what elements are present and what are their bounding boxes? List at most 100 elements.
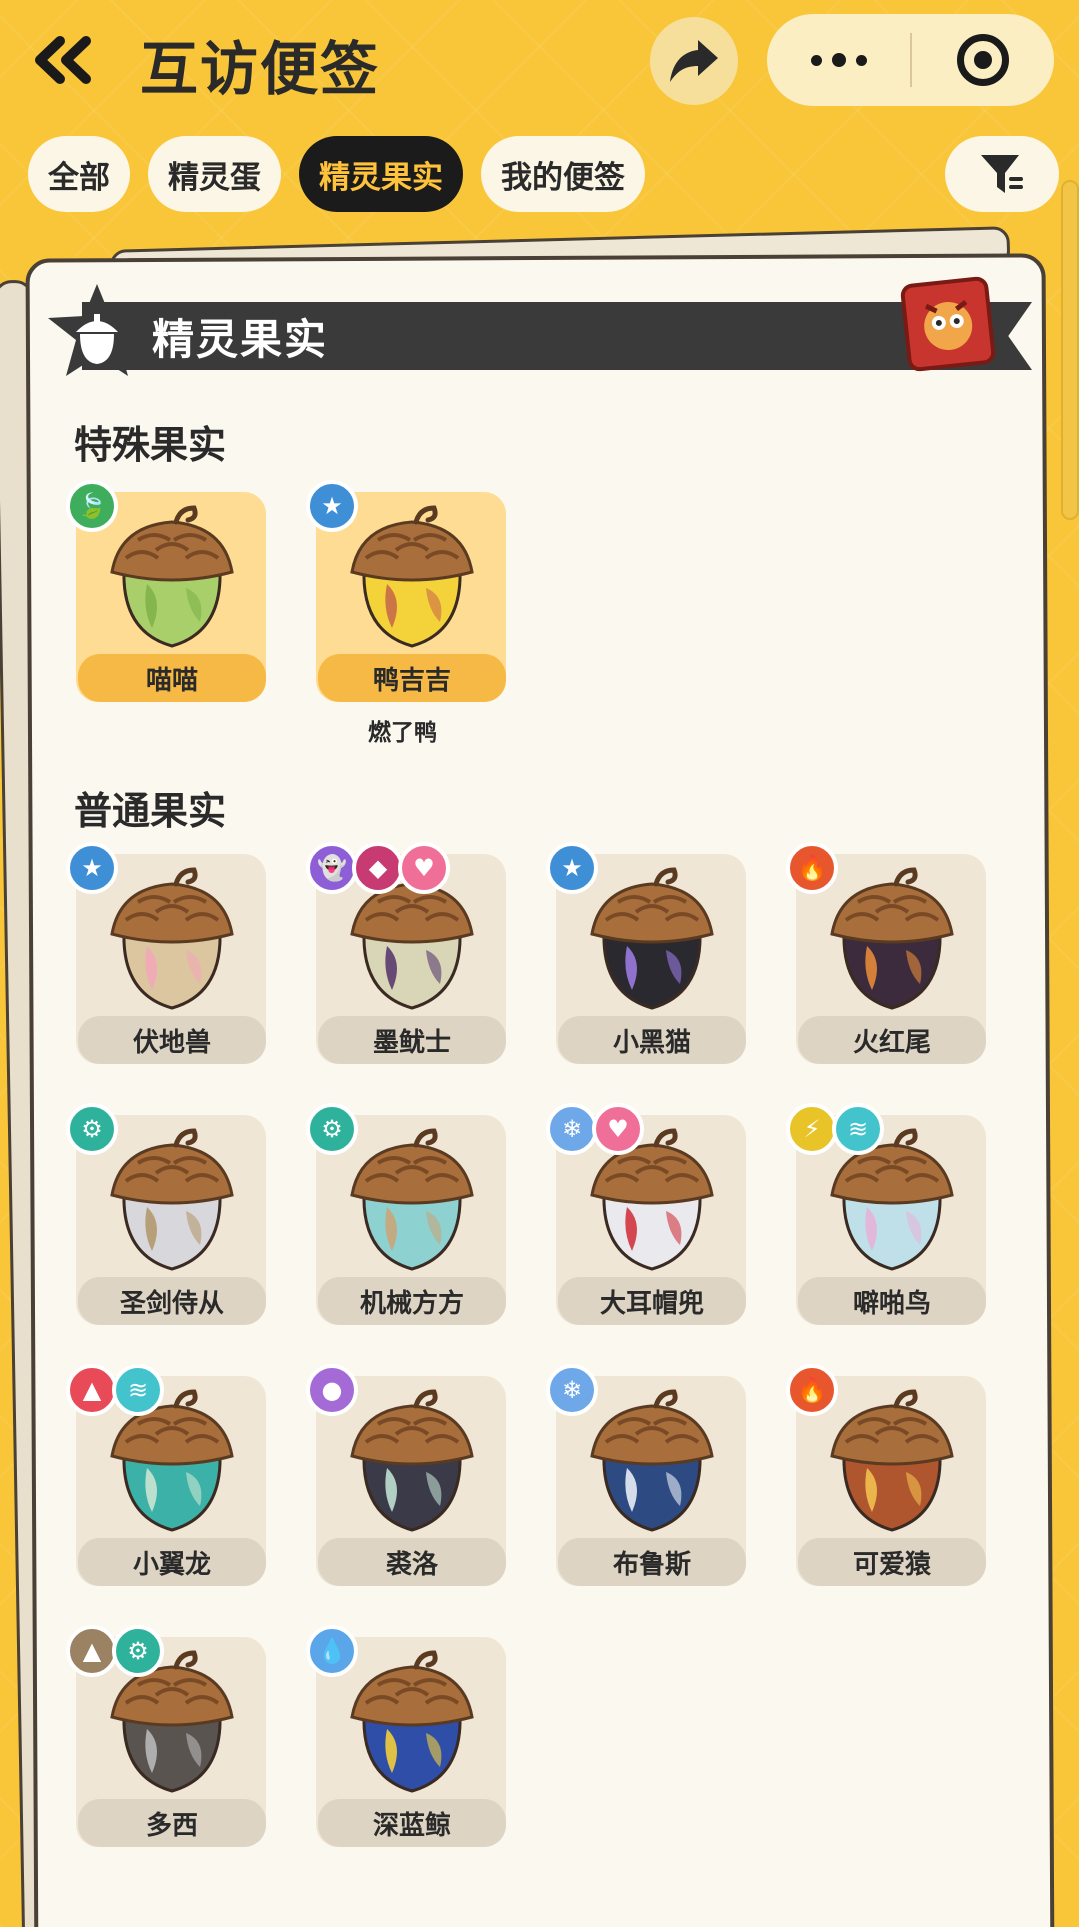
attribute-badges: 🔥 (786, 842, 838, 894)
gear-icon: ⚙ (66, 1103, 118, 1155)
fruit-item[interactable]: 小黑猫 ★ (546, 842, 748, 1068)
star-icon: ★ (306, 480, 358, 532)
back-button[interactable] (28, 30, 98, 90)
fruit-name: 多西 (78, 1799, 266, 1847)
gear-icon: ⚙ (306, 1103, 358, 1155)
attribute-badges: ★ (306, 480, 358, 532)
fruit-item[interactable]: 大耳帽兜 ❄ ♥ (546, 1103, 748, 1329)
attribute-badges: 👻 ◆ ♥ (306, 842, 450, 894)
more-button[interactable] (767, 14, 910, 106)
tab-all[interactable]: 全部 (28, 136, 130, 212)
fruit-name: 小黑猫 (558, 1016, 746, 1064)
attribute-badges: ★ (546, 842, 598, 894)
attribute-badges: ❄ (546, 1364, 598, 1416)
fruit-sub-label: 燃了鸭 (368, 720, 437, 746)
fruit-item[interactable]: 噼啪鸟 ⚡ ≋ (786, 1103, 988, 1329)
acorn-fruit-image (582, 1384, 722, 1534)
section-banner: 精灵果实 (42, 276, 1032, 376)
acorn-fruit-image (342, 1384, 482, 1534)
normal-fruit-title: 普通果实 (74, 789, 227, 833)
fruit-item[interactable]: 圣剑侍从 ⚙ (66, 1103, 268, 1329)
acorn-fruit-image (822, 1384, 962, 1534)
water-icon: 💧 (306, 1625, 358, 1677)
attribute-badges: ⚙ (66, 1103, 118, 1155)
tab-spirit-fruit[interactable]: 精灵果实 (299, 136, 463, 212)
heart-icon: ♥ (592, 1103, 644, 1155)
fruit-name: 大耳帽兜 (558, 1277, 746, 1325)
wing-icon: ≋ (112, 1364, 164, 1416)
demon-icon: ◆ (352, 842, 404, 894)
share-button[interactable] (650, 17, 738, 105)
share-arrow-icon (670, 40, 718, 82)
attribute-badges: ❄ ♥ (546, 1103, 644, 1155)
acorn-icon (48, 284, 146, 376)
fire-icon: 🔥 (786, 842, 838, 894)
acorn-fruit-image (342, 500, 482, 650)
dragon-icon: ▲ (66, 1364, 118, 1416)
acorn-fruit-image (102, 1123, 242, 1273)
attribute-badges: ⚡ ≋ (786, 1103, 884, 1155)
fruit-item[interactable]: 布鲁斯 ❄ (546, 1364, 748, 1590)
acorn-fruit-image (822, 862, 962, 1012)
filter-button[interactable] (945, 136, 1059, 212)
fruit-name: 墨鱿士 (318, 1016, 506, 1064)
heart-icon: ♥ (398, 842, 450, 894)
fruit-item[interactable]: 裘洛 ● (306, 1364, 508, 1590)
acorn-fruit-image (342, 1645, 482, 1795)
mountain-icon: ▲ (66, 1625, 118, 1677)
page-title: 互访便签 (140, 35, 381, 103)
acorn-fruit-image (102, 862, 242, 1012)
owl-ticket-icon (900, 276, 996, 372)
bubble-icon: ● (306, 1364, 358, 1416)
star-icon: ★ (66, 842, 118, 894)
scrollbar[interactable] (1061, 180, 1079, 520)
snowflake-icon: ❄ (546, 1364, 598, 1416)
fruit-item[interactable]: 机械方方 ⚙ (306, 1103, 508, 1329)
fruit-name: 深蓝鲸 (318, 1799, 506, 1847)
gear-icon: ⚙ (112, 1625, 164, 1677)
tab-my-notes[interactable]: 我的便签 (481, 136, 645, 212)
fruit-item[interactable]: 小翼龙 ▲ ≋ (66, 1364, 268, 1590)
category-tabs: 全部 精灵蛋 精灵果实 我的便签 (28, 136, 645, 212)
bolt-icon: ⚡ (786, 1103, 838, 1155)
fruit-item[interactable]: 鸭吉吉 ★ (306, 480, 508, 706)
acorn-fruit-image (102, 500, 242, 650)
fruit-item[interactable]: 墨鱿士 👻 ◆ ♥ (306, 842, 508, 1068)
fruit-name: 小翼龙 (78, 1538, 266, 1586)
more-dots-icon (810, 54, 822, 66)
fruit-name: 伏地兽 (78, 1016, 266, 1064)
target-close-icon (957, 34, 1009, 86)
attribute-badges: ▲ ⚙ (66, 1625, 164, 1677)
acorn-fruit-image (582, 862, 722, 1012)
snowflake-icon: ❄ (546, 1103, 598, 1155)
fruit-name: 噼啪鸟 (798, 1277, 986, 1325)
fruit-name: 裘洛 (318, 1538, 506, 1586)
fruit-item[interactable]: 喵喵 🍃 (66, 480, 268, 706)
acorn-fruit-image (342, 1123, 482, 1273)
tab-spirit-egg[interactable]: 精灵蛋 (148, 136, 281, 212)
ghost-icon: 👻 (306, 842, 358, 894)
close-button[interactable] (912, 14, 1054, 106)
attribute-badges: 💧 (306, 1625, 358, 1677)
attribute-badges: ▲ ≋ (66, 1364, 164, 1416)
fruit-name: 布鲁斯 (558, 1538, 746, 1586)
fruit-item[interactable]: 深蓝鲸 💧 (306, 1625, 508, 1851)
fruit-item[interactable]: 伏地兽 ★ (66, 842, 268, 1068)
fruit-name: 机械方方 (318, 1277, 506, 1325)
banner-title: 精灵果实 (152, 315, 329, 364)
fruit-item[interactable]: 多西 ▲ ⚙ (66, 1625, 268, 1851)
fruit-item[interactable]: 可爱猿 🔥 (786, 1364, 988, 1590)
fruit-name: 可爱猿 (798, 1538, 986, 1586)
header: 互访便签 (0, 0, 1079, 120)
star-icon: ★ (546, 842, 598, 894)
fruit-item[interactable]: 火红尾 🔥 (786, 842, 988, 1068)
fire-icon: 🔥 (786, 1364, 838, 1416)
attribute-badges: ★ (66, 842, 118, 894)
double-chevron-left-icon (35, 36, 91, 84)
wing-icon: ≋ (832, 1103, 884, 1155)
attribute-badges: ⚙ (306, 1103, 358, 1155)
leaf-icon: 🍃 (66, 480, 118, 532)
attribute-badges: ● (306, 1364, 358, 1416)
funnel-filter-icon (981, 155, 1023, 193)
fruit-name: 火红尾 (798, 1016, 986, 1064)
